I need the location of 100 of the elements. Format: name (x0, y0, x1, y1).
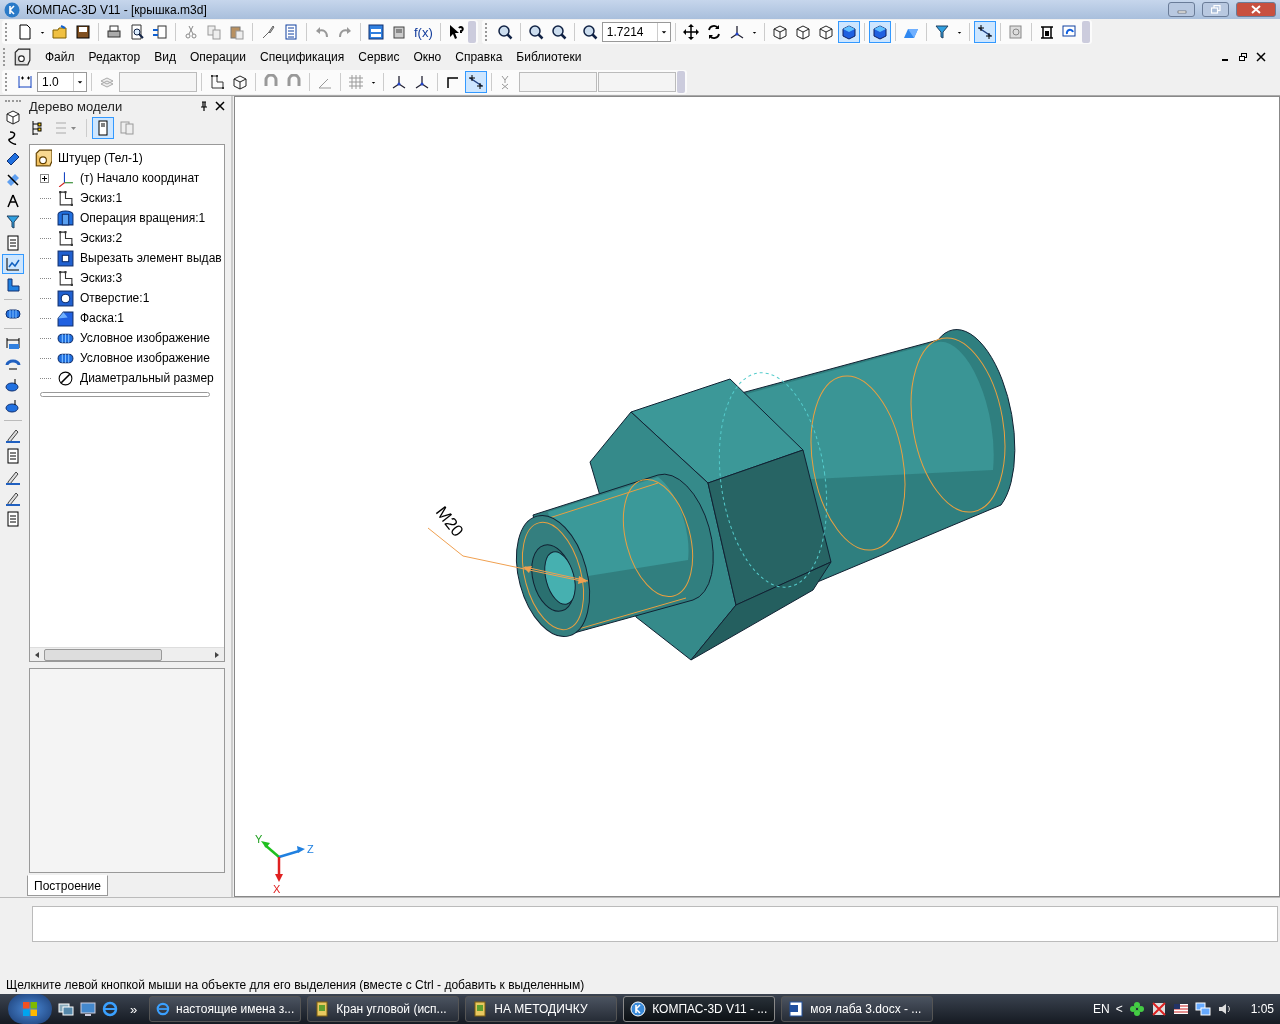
menu-item[interactable]: Справка (449, 50, 509, 64)
taskbar-button[interactable]: настоящие имена з... (149, 996, 302, 1022)
command-input-field[interactable] (32, 906, 1278, 942)
pin-plane-icon (4, 172, 21, 188)
sketch-icon (57, 229, 74, 247)
sketch-icon (57, 189, 74, 207)
menu-item[interactable]: Вид (148, 50, 182, 64)
tree-item[interactable]: Условное изображение (80, 331, 210, 345)
tree-item[interactable]: Штуцер (Тел-1) (58, 151, 143, 165)
axes-icon (729, 24, 746, 40)
toolbar-button[interactable] (869, 21, 892, 43)
menu-item[interactable]: Файл (39, 50, 81, 64)
sheet-icon (4, 448, 21, 464)
taskbar-button[interactable]: КОМПАС-3D V11 - ... (623, 996, 776, 1022)
compass-icon (4, 193, 21, 209)
clover-icon[interactable] (1128, 1001, 1145, 1017)
tree-item[interactable]: Операция вращения:1 (80, 211, 206, 225)
pencil-icon (4, 469, 21, 485)
magnifier-icon (581, 24, 598, 40)
device-icon (391, 24, 407, 40)
speaker-icon[interactable] (1216, 1001, 1233, 1017)
restore-icon[interactable] (1238, 52, 1248, 62)
toolbar-button[interactable] (974, 21, 997, 43)
tree-item[interactable]: Эскиз:3 (80, 271, 123, 285)
close-button[interactable] (1236, 2, 1276, 17)
network-icon[interactable] (1194, 1001, 1211, 1017)
axis-triad-drawing (261, 841, 305, 882)
cut-block-icon (57, 249, 74, 267)
snap-line-icon (467, 74, 484, 90)
overflow-chevron[interactable]: » (130, 1001, 138, 1017)
tree-item[interactable]: Эскиз:2 (80, 231, 123, 245)
tree-item[interactable]: Отверстие:1 (80, 291, 150, 305)
round-logo-icon (630, 1001, 647, 1017)
function-button[interactable]: f(x) (411, 21, 436, 43)
shaded-cube-icon (841, 24, 858, 40)
tray-expand-arrow[interactable]: < (1115, 1002, 1123, 1016)
word-document-icon (788, 1001, 805, 1017)
bent-bracket-icon (4, 277, 21, 293)
coordinate-axes-icon (57, 169, 74, 187)
scroll-thumb[interactable] (44, 648, 162, 661)
value-combo-field[interactable]: 1.0 (37, 72, 87, 92)
toolbar-button[interactable] (838, 21, 861, 43)
menu-item[interactable]: Спецификация (254, 50, 351, 64)
ruler-frame-icon (1039, 24, 1056, 40)
tree-item[interactable]: Вырезать элемент выдав (80, 251, 222, 265)
desktop-icon[interactable] (80, 1001, 96, 1017)
sketch-icon (208, 74, 225, 90)
wireframe-cube-icon (231, 74, 248, 90)
round-logo-icon (4, 1, 20, 18)
start-button[interactable] (8, 994, 52, 1024)
menu-item[interactable]: Редактор (82, 50, 147, 64)
expand-plus-icon[interactable] (40, 173, 49, 183)
close-icon (1251, 5, 1261, 14)
diameter-dimension-icon (57, 369, 74, 387)
shaded-cube-icon (872, 24, 889, 40)
tree-item[interactable]: Эскиз:1 (80, 191, 123, 205)
chamfer-block-icon (57, 309, 74, 327)
close-icon[interactable] (215, 101, 225, 111)
funnel-icon (4, 214, 21, 230)
minimize-button[interactable] (1168, 2, 1195, 17)
window-switch-icon[interactable] (58, 1001, 74, 1017)
taskbar-button[interactable]: Кран угловой (исп... (307, 996, 460, 1022)
printer-icon (106, 24, 122, 40)
menu-item[interactable]: Сервис (352, 50, 406, 64)
four-way-arrow-icon (683, 24, 700, 40)
pin-icon[interactable] (199, 101, 209, 111)
tree-item[interactable]: Условное изображение (80, 351, 210, 365)
toolbar-button[interactable] (464, 71, 487, 93)
axis-label: X (273, 883, 281, 895)
taskbar-button[interactable]: моя лаба 3.docx - ... (781, 996, 934, 1022)
close-icon[interactable] (1256, 52, 1266, 62)
four-pane-flag-icon (21, 1000, 39, 1018)
panel-icon (368, 24, 384, 40)
value-combo-field[interactable]: 1.7214 (601, 22, 672, 42)
tree-item[interactable]: Диаметральный размер (80, 371, 214, 385)
rotate-arrows-icon (706, 24, 723, 40)
toolbar-button[interactable] (365, 21, 387, 43)
drawing-icon (1008, 24, 1025, 40)
panel-tab[interactable]: Построение (27, 875, 108, 896)
restore-button[interactable] (1202, 2, 1229, 17)
window-title: КОМПАС-3D V11 - [крышка.m3d] (26, 2, 207, 17)
pencil-icon (4, 427, 21, 443)
tree-item[interactable]: (т) Начало координат (80, 171, 200, 185)
menu-item[interactable]: Окно (407, 50, 448, 64)
brush-icon (260, 24, 276, 40)
restore-icon (1210, 5, 1221, 14)
language-indicator[interactable]: EN (1092, 1002, 1110, 1016)
menu-item[interactable]: Операции (183, 50, 253, 64)
tree-item[interactable]: Фаска:1 (80, 311, 124, 325)
menu-item[interactable]: Библиотеки (510, 50, 588, 64)
clipboard-icon (229, 24, 245, 40)
grid-icon (347, 74, 364, 90)
sheet-icon (4, 235, 21, 251)
horizontal-scrollbar[interactable] (30, 647, 224, 661)
browser-e-icon (156, 1001, 171, 1017)
documents-icon (119, 120, 135, 136)
taskbar-button[interactable]: НА МЕТОДИЧКУ (465, 996, 618, 1022)
clock[interactable]: 1:05 (1250, 1002, 1274, 1016)
flag-icon[interactable] (1172, 1001, 1189, 1017)
document-list-icon (95, 120, 111, 136)
